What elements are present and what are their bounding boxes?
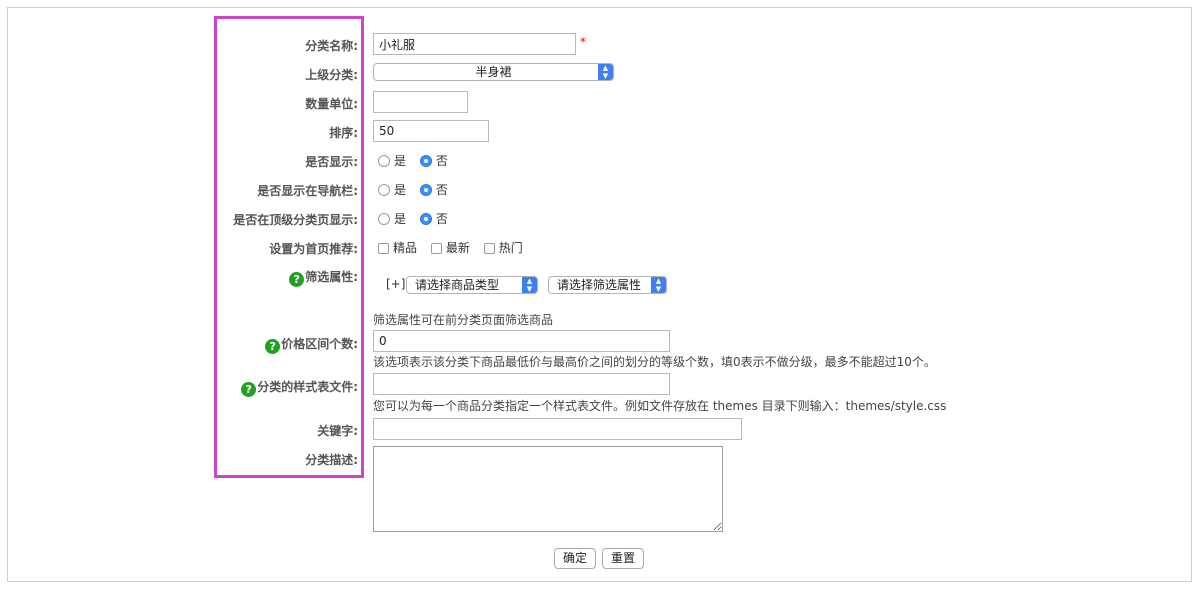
select-arrows-icon: ▲ ▼ <box>522 277 537 293</box>
filter-attributes-label: ? 筛选属性: <box>289 268 358 287</box>
recommend-hot-checkbox[interactable] <box>483 243 495 254</box>
no-label: 否 <box>435 154 448 168</box>
filter-attributes-text: 筛选属性: <box>305 270 358 284</box>
sort-order-input[interactable] <box>373 120 489 142</box>
show-in-top-category-label: 是否在顶级分类页显示: <box>233 213 358 227</box>
recommend-new-checkbox[interactable] <box>430 243 442 254</box>
recommend-new-label: 最新 <box>445 241 470 255</box>
unit-input[interactable] <box>373 91 468 113</box>
show-in-top-yes-radio[interactable] <box>378 213 390 225</box>
filter-attribute-select[interactable]: 请选择筛选属性 ▲ ▼ <box>548 276 667 294</box>
style-file-note: 您可以为每一个商品分类指定一个样式表文件。例如文件存放在 themes 目录下则… <box>373 399 947 413</box>
is-show-radio-group: 是 否 <box>378 152 458 169</box>
parent-category-value: 半身裙 <box>475 65 512 79</box>
style-file-label: ? 分类的样式表文件: <box>241 378 358 397</box>
parent-category-select[interactable]: 半身裙 ▲ ▼ <box>373 63 614 81</box>
submit-button[interactable]: 确定 <box>554 548 596 569</box>
yes-label: 是 <box>394 154 407 168</box>
no-label: 否 <box>435 183 448 197</box>
help-icon[interactable]: ? <box>289 272 305 287</box>
recommend-checkbox-group: 精品 最新 热门 <box>378 239 533 256</box>
price-grade-note: 该选项表示该分类下商品最低价与最高价之间的划分的等级个数，填0表示不做分级，最多… <box>373 355 936 369</box>
parent-category-label: 上级分类: <box>305 68 358 82</box>
style-file-text: 分类的样式表文件: <box>257 380 358 394</box>
recommend-hot-label: 热门 <box>498 241 523 255</box>
show-in-nav-yes-radio[interactable] <box>378 184 390 196</box>
sort-order-label: 排序: <box>329 126 358 140</box>
filter-note: 筛选属性可在前分类页面筛选商品 <box>373 313 554 327</box>
unit-label: 数量单位: <box>305 97 358 111</box>
show-in-top-no-radio[interactable] <box>419 213 432 225</box>
keywords-input[interactable] <box>373 418 742 440</box>
select-arrows-icon: ▲ ▼ <box>598 64 613 80</box>
select-arrows-icon: ▲ ▼ <box>651 277 666 293</box>
category-name-label: 分类名称: <box>305 39 358 53</box>
is-show-label: 是否显示: <box>305 155 358 169</box>
yes-label: 是 <box>394 183 407 197</box>
no-label: 否 <box>435 212 448 226</box>
category-name-input[interactable] <box>373 33 576 55</box>
description-textarea[interactable] <box>373 446 723 532</box>
description-label: 分类描述: <box>305 453 358 467</box>
keywords-label: 关键字: <box>317 424 358 438</box>
is-show-no-radio[interactable] <box>419 155 432 167</box>
required-mark: * <box>580 35 586 49</box>
help-icon[interactable]: ? <box>241 382 257 397</box>
style-file-input[interactable] <box>373 373 670 395</box>
show-in-nav-radio-group: 是 否 <box>378 181 458 198</box>
price-grade-text: 价格区间个数: <box>281 337 358 351</box>
goods-type-select[interactable]: 请选择商品类型 ▲ ▼ <box>406 276 538 294</box>
reset-button[interactable]: 重置 <box>602 548 644 569</box>
show-in-nav-no-radio[interactable] <box>419 184 432 196</box>
price-grade-input[interactable] <box>373 330 670 352</box>
is-show-yes-radio[interactable] <box>378 155 390 167</box>
add-filter-button[interactable]: [+] <box>386 277 405 291</box>
show-in-top-category-radio-group: 是 否 <box>378 210 458 227</box>
price-grade-label: ? 价格区间个数: <box>265 335 358 354</box>
goods-type-value: 请选择商品类型 <box>415 278 500 292</box>
show-in-nav-label: 是否显示在导航栏: <box>257 184 358 198</box>
help-icon[interactable]: ? <box>265 339 281 354</box>
recommend-best-checkbox[interactable] <box>378 243 389 254</box>
recommend-best-label: 精品 <box>393 241 418 255</box>
filter-attribute-value: 请选择筛选属性 <box>557 278 642 292</box>
yes-label: 是 <box>394 212 407 226</box>
homepage-recommend-label: 设置为首页推荐: <box>269 242 358 256</box>
